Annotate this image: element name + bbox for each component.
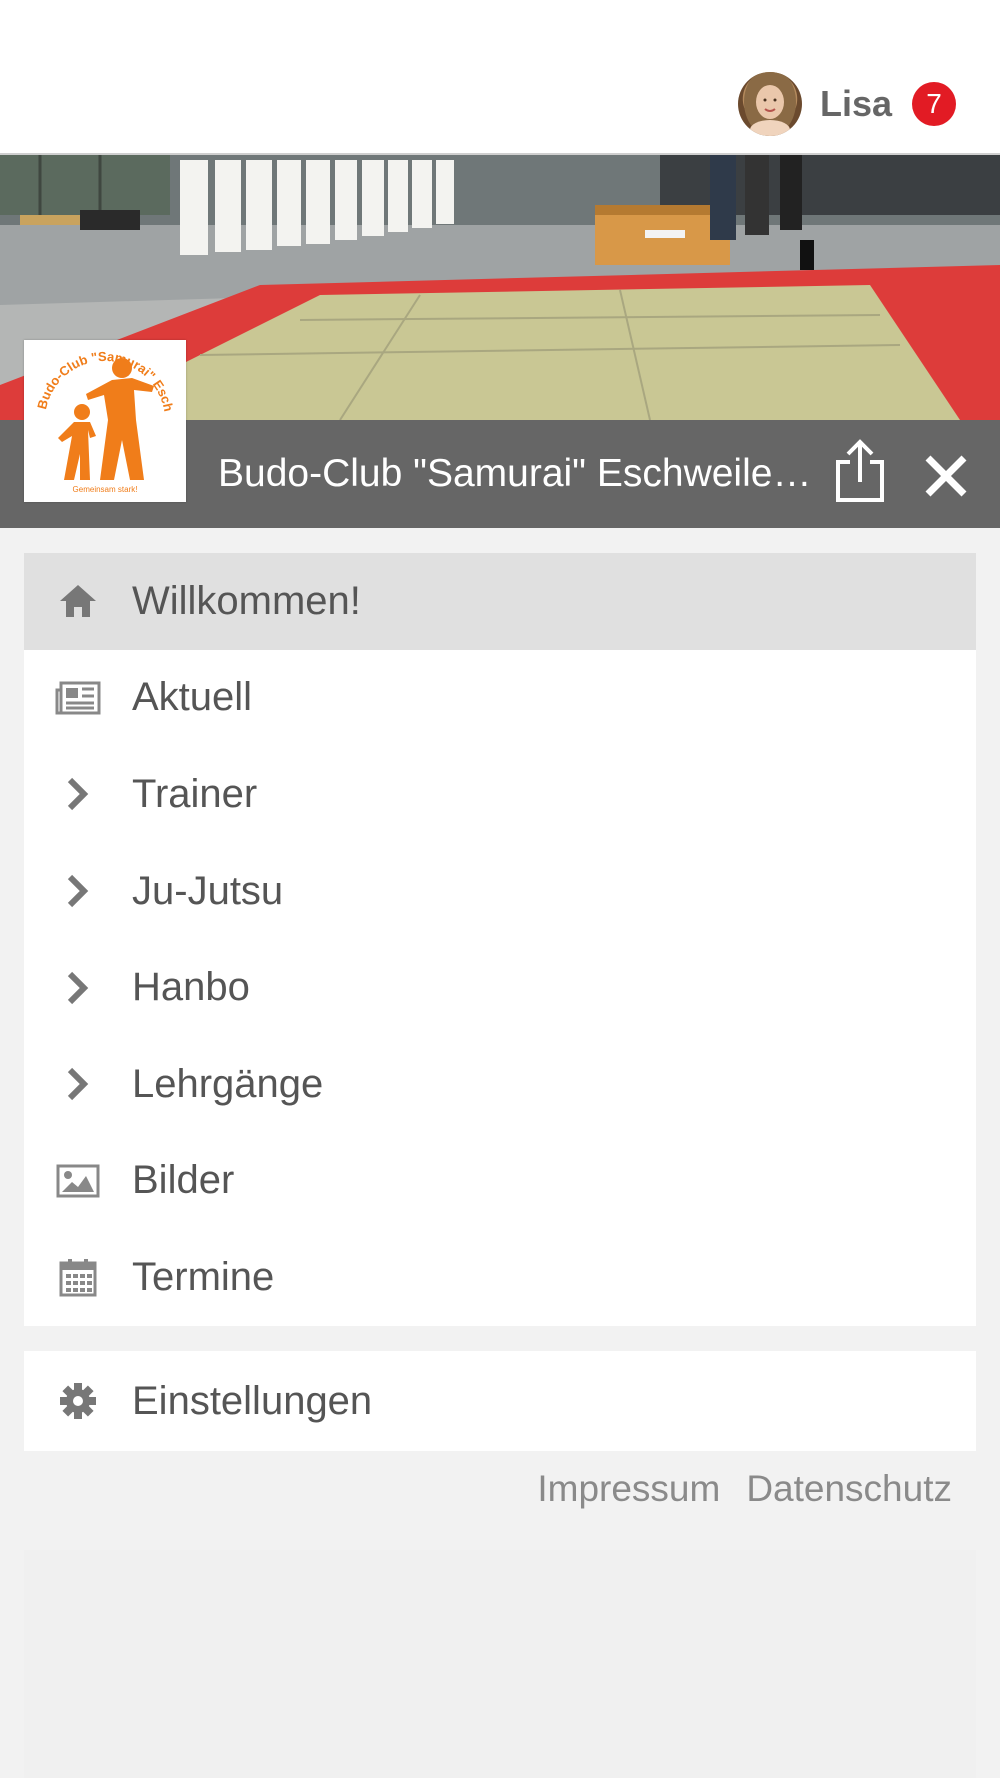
close-button[interactable] — [922, 452, 970, 500]
menu-item-ju-jutsu[interactable]: Ju-Jutsu — [24, 843, 976, 940]
menu-item-hanbo[interactable]: Hanbo — [24, 939, 976, 1036]
home-icon — [48, 571, 108, 631]
settings-label: Einstellungen — [132, 1378, 373, 1423]
newspaper-icon — [48, 668, 108, 728]
chevron-right-icon — [48, 861, 108, 921]
club-logo: Budo-Club "Samurai" Eschweiler-Dür Gemei… — [18, 328, 186, 502]
menu-item-aktuell[interactable]: Aktuell — [24, 650, 976, 747]
menu-label: Lehrgänge — [132, 1061, 324, 1106]
close-icon — [925, 455, 967, 497]
footer-links: Impressum Datenschutz — [537, 1468, 952, 1510]
nav-menu: Willkommen! Aktuell Trainer Ju-Jutsu Han… — [24, 553, 976, 1326]
user-chip[interactable]: Lisa 7 — [737, 70, 956, 138]
share-button[interactable] — [832, 438, 888, 504]
menu-item-trainer[interactable]: Trainer — [24, 746, 976, 843]
menu-item-lehrgaenge[interactable]: Lehrgänge — [24, 1036, 976, 1133]
datenschutz-link[interactable]: Datenschutz — [746, 1468, 952, 1510]
menu-label: Hanbo — [132, 965, 250, 1010]
menu-item-willkommen[interactable]: Willkommen! — [24, 553, 976, 650]
menu-label: Willkommen! — [132, 578, 361, 623]
menu-label: Termine — [132, 1254, 275, 1299]
gear-icon — [48, 1371, 108, 1431]
svg-text:Gemeinsam stark!: Gemeinsam stark! — [73, 485, 138, 494]
menu-label: Aktuell — [132, 675, 253, 720]
chevron-right-icon — [48, 1054, 108, 1114]
share-icon — [836, 439, 884, 502]
avatar[interactable] — [737, 72, 802, 136]
club-title: Budo-Club "Samurai" Eschweiler-Dürwiß — [218, 452, 818, 495]
image-icon — [48, 1151, 108, 1211]
menu-label: Trainer — [132, 771, 258, 816]
menu-label: Bilder — [132, 1158, 235, 1203]
svg-text:Budo-Club "Samurai" Eschweiler: Budo-Club "Samurai" Eschweiler-Dür — [24, 340, 176, 413]
notification-badge[interactable]: 7 — [912, 82, 956, 126]
chevron-right-icon — [48, 958, 108, 1018]
menu-label: Ju-Jutsu — [132, 868, 284, 913]
impressum-link[interactable]: Impressum — [537, 1468, 720, 1510]
chevron-right-icon — [48, 764, 108, 824]
calendar-icon — [48, 1247, 108, 1307]
menu-item-bilder[interactable]: Bilder — [24, 1133, 976, 1230]
top-bar: Lisa 7 — [0, 0, 1000, 155]
settings-item[interactable]: Einstellungen — [24, 1351, 976, 1451]
bottom-panel — [24, 1550, 976, 1778]
user-name[interactable]: Lisa — [820, 83, 892, 125]
menu-item-termine[interactable]: Termine — [24, 1229, 976, 1326]
